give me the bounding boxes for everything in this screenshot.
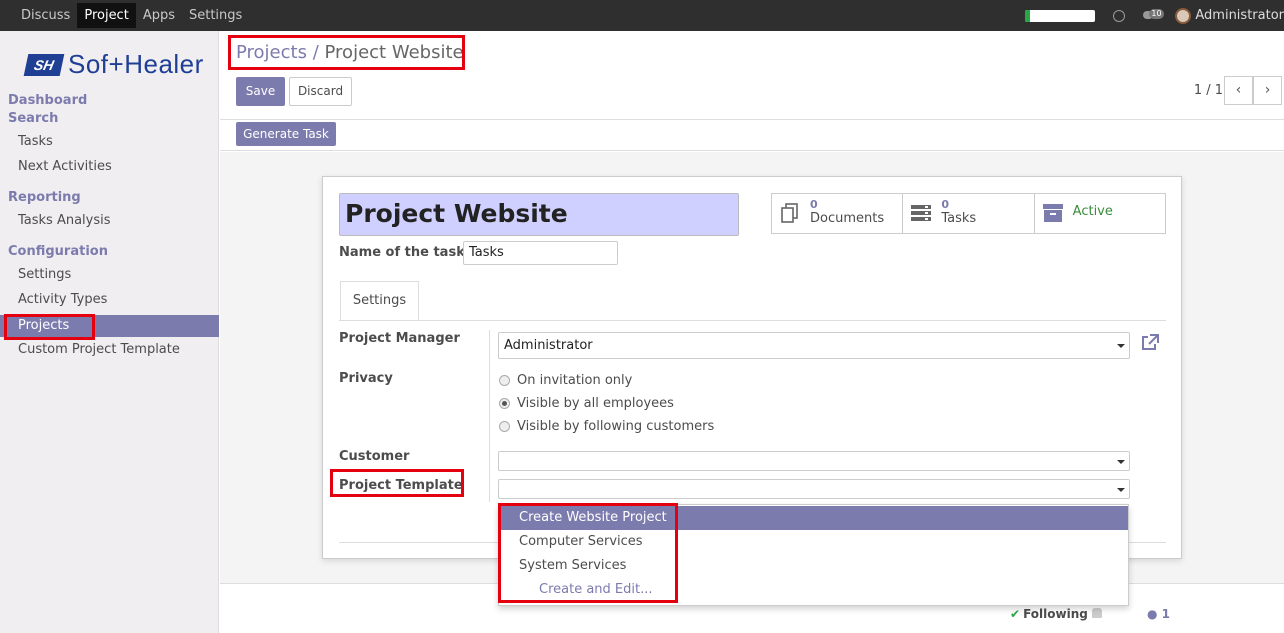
breadcrumb-current: Project Website [324, 42, 464, 63]
pager-value: 1 / 1 [1193, 83, 1223, 98]
tasks-count: 0 [941, 198, 949, 211]
following-label: Following [1023, 607, 1088, 621]
privacy-option-label: Visible by following customers [517, 419, 715, 434]
documents-count: 0 [810, 198, 818, 211]
template-option-computer-services[interactable]: Computer Services [499, 530, 1128, 554]
logo-text: Sof+Healer [68, 49, 204, 79]
project-template-dropdown: Create Website Project Computer Services… [498, 504, 1129, 606]
project-manager-label: Project Manager [339, 331, 460, 346]
sidebar-item-settings[interactable]: Settings [0, 264, 219, 286]
main-menu: Discuss Project Apps Settings [14, 3, 249, 28]
following-button[interactable]: ✔ Following [1010, 607, 1088, 621]
discard-button[interactable]: Discard [289, 77, 352, 106]
user-avatar[interactable] [1175, 7, 1192, 24]
project-manager-select[interactable]: Administrator [498, 332, 1130, 359]
systray: 10 Administrator [1025, 0, 1284, 31]
privacy-option-invitation[interactable]: On invitation only [499, 373, 632, 388]
archive-icon [1042, 204, 1063, 222]
create-and-edit-option[interactable]: Create and Edit... [499, 578, 1128, 602]
smart-button-box: 0 Documents 0 Tasks Active [771, 193, 1166, 235]
radio-button-selected[interactable] [499, 398, 510, 409]
sidebar-section-configuration[interactable]: Configuration [8, 244, 108, 259]
menu-apps[interactable]: Apps [136, 3, 182, 28]
active-label: Active [1072, 204, 1113, 219]
sidebar: SH Sof+Healer Dashboard Search Tasks Nex… [0, 31, 219, 633]
privacy-option-employees[interactable]: Visible by all employees [499, 396, 674, 411]
check-icon: ✔ [1010, 607, 1021, 621]
breadcrumb: Projects / Project Website [236, 42, 464, 63]
menu-discuss[interactable]: Discuss [14, 3, 77, 28]
documents-smart-button[interactable]: 0 Documents [771, 193, 904, 234]
save-button[interactable]: Save [236, 77, 285, 106]
header-divider [220, 119, 1284, 120]
template-option-create-website-project[interactable]: Create Website Project [499, 506, 1128, 530]
progress-fill [1025, 9, 1030, 22]
form-sheet: Project Website 0 Documents 0 Tasks Acti… [322, 176, 1182, 559]
menu-settings[interactable]: Settings [182, 3, 249, 28]
radio-button[interactable] [499, 421, 510, 432]
customer-select[interactable] [498, 451, 1130, 471]
followers-count: 1 [1161, 607, 1171, 621]
project-manager-value: Administrator [504, 338, 593, 353]
customer-label: Customer [339, 449, 410, 464]
project-template-select[interactable] [498, 479, 1130, 499]
tab-settings[interactable]: Settings [340, 281, 419, 321]
sidebar-item-custom-project-template[interactable]: Custom Project Template [0, 339, 219, 361]
person-icon: ● [1147, 607, 1158, 621]
company-logo: SH Sof+Healer [23, 49, 204, 80]
project-name-input[interactable]: Project Website [339, 193, 739, 236]
privacy-option-label: On invitation only [517, 373, 633, 388]
privacy-option-customers[interactable]: Visible by following customers [499, 419, 714, 434]
sidebar-section-dashboard[interactable]: Dashboard [8, 93, 87, 108]
chevron-down-icon [1117, 460, 1125, 464]
tasks-icon [911, 205, 932, 221]
logo-mark-icon: SH [23, 53, 65, 76]
generate-task-button[interactable]: Generate Task [236, 122, 336, 146]
sidebar-item-projects[interactable]: Projects [0, 315, 219, 337]
sidebar-item-tasks-analysis[interactable]: Tasks Analysis [0, 210, 219, 232]
bell-icon[interactable] [1092, 608, 1102, 618]
breadcrumb-projects-link[interactable]: Projects [236, 42, 307, 63]
radio-button[interactable] [499, 375, 510, 386]
tasks-name-label: Name of the tasks : [339, 245, 483, 260]
messaging-icon[interactable]: 10 [1143, 8, 1164, 23]
template-option-system-services[interactable]: System Services [499, 554, 1128, 578]
user-menu[interactable]: Administrator [1195, 8, 1284, 23]
documents-label: Documents [810, 211, 885, 226]
breadcrumb-separator: / [312, 42, 319, 63]
sidebar-section-reporting[interactable]: Reporting [8, 190, 81, 205]
active-toggle-button[interactable]: Active [1033, 193, 1166, 234]
external-link-icon[interactable] [1140, 333, 1160, 353]
sidebar-item-tasks[interactable]: Tasks [0, 131, 219, 153]
tasks-label: Tasks [941, 211, 977, 226]
progress-bar[interactable] [1025, 9, 1096, 22]
message-count-badge: 10 [1149, 8, 1164, 19]
sidebar-section-search[interactable]: Search [8, 111, 58, 126]
tasks-name-input[interactable]: Tasks [463, 241, 618, 265]
label-column-separator [489, 330, 490, 502]
privacy-option-label: Visible by all employees [517, 396, 674, 411]
pager-previous-button[interactable]: ‹ [1224, 76, 1253, 105]
privacy-label: Privacy [339, 371, 393, 386]
top-navbar: Discuss Project Apps Settings 10 Adminis… [0, 0, 1284, 31]
control-panel: Projects / Project Website Save Discard … [220, 31, 1284, 151]
sidebar-item-next-activities[interactable]: Next Activities [0, 156, 219, 178]
project-template-label: Project Template [339, 478, 463, 493]
tab-divider [339, 320, 1166, 321]
followers-button[interactable]: ● 1 [1147, 607, 1170, 621]
pager-next-button[interactable]: › [1253, 76, 1282, 105]
chevron-down-icon [1117, 344, 1125, 348]
tasks-smart-button[interactable]: 0 Tasks [902, 193, 1035, 234]
activity-clock-icon[interactable] [1113, 9, 1126, 22]
sidebar-item-activity-types[interactable]: Activity Types [0, 289, 219, 311]
documents-icon [781, 203, 798, 223]
menu-project[interactable]: Project [77, 3, 136, 28]
chevron-down-icon [1117, 488, 1125, 492]
